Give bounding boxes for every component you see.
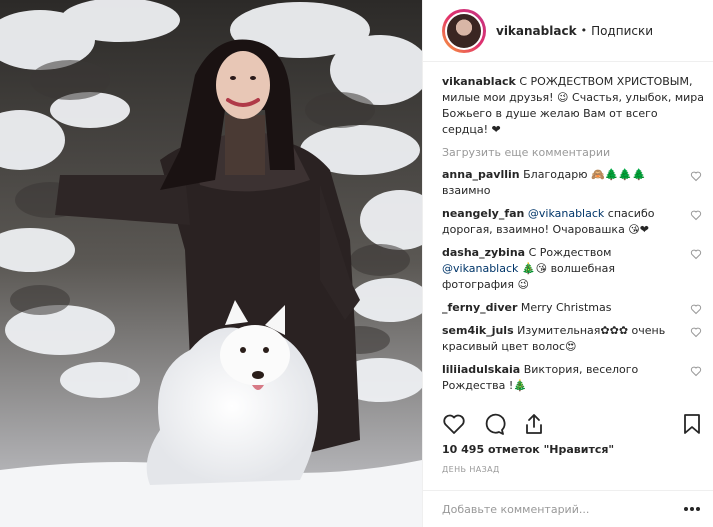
post-header: vikanablack • Подписки <box>423 0 713 62</box>
heart-icon[interactable] <box>442 412 466 436</box>
more-dots-icon[interactable] <box>684 506 700 512</box>
post-actions-bar <box>442 410 704 438</box>
avatar-image <box>445 11 483 50</box>
comment-heart-icon[interactable] <box>690 248 702 260</box>
comment-item: liliiadulskaia Виктория, веселого Рождес… <box>442 362 706 394</box>
comment-heart-icon[interactable] <box>690 326 702 338</box>
comment-mention[interactable]: @vikanablack <box>442 262 518 275</box>
bookmark-icon[interactable] <box>680 412 704 436</box>
comment-username[interactable]: dasha_zybina <box>442 246 525 259</box>
likes-count[interactable]: 10 495 отметок "Нравится" <box>442 443 614 456</box>
comment-item: _ferny_diver Merry Christmas <box>442 300 706 316</box>
comment-input[interactable] <box>442 502 684 516</box>
post-caption: vikanablack С РОЖДЕСТВОМ ХРИСТОВЫМ, милы… <box>442 74 706 138</box>
likes-number: 10 495 <box>442 443 485 456</box>
dot <box>696 507 700 511</box>
comment-username[interactable]: liliiadulskaia <box>442 363 520 376</box>
comment-item: sem4ik_juls Изумительная✿✿✿ очень красив… <box>442 323 706 355</box>
comment-item: dasha_zybina С Рождеством @vikanablack 🎄… <box>442 245 706 293</box>
load-more-comments-link[interactable]: Загрузить еще комментарии <box>442 145 706 160</box>
likes-label: отметок "Нравится" <box>487 443 615 456</box>
comment-text: Merry Christmas <box>520 301 612 314</box>
comment-username[interactable]: neangely_fan <box>442 207 524 220</box>
header-separator: • <box>580 24 588 37</box>
following-button[interactable]: Подписки <box>591 24 653 38</box>
caption-username[interactable]: vikanablack <box>442 75 516 88</box>
comment-mention[interactable]: @vikanablack <box>528 207 604 220</box>
post-side-panel: vikanablack • Подписки vikanablack С РОЖ… <box>422 0 713 527</box>
photo-illustration <box>0 0 422 527</box>
comment-text: С Рождеством <box>528 246 612 259</box>
comment-heart-icon[interactable] <box>690 303 702 315</box>
post-date: ДЕНЬ НАЗАД <box>442 465 500 474</box>
comment-heart-icon[interactable] <box>690 209 702 221</box>
avatar[interactable] <box>442 8 486 53</box>
comment-icon[interactable] <box>482 412 506 436</box>
comment-item: neangely_fan @vikanablack спасибо дорога… <box>442 206 706 238</box>
dot <box>690 507 694 511</box>
comment-heart-icon[interactable] <box>690 365 702 377</box>
add-comment-bar <box>423 490 713 527</box>
comment-heart-icon[interactable] <box>690 170 702 182</box>
post-photo[interactable] <box>0 0 422 527</box>
comments-list: vikanablack С РОЖДЕСТВОМ ХРИСТОВЫМ, милы… <box>442 74 706 404</box>
comment-username[interactable]: _ferny_diver <box>442 301 517 314</box>
header-username[interactable]: vikanablack <box>496 24 577 38</box>
share-icon[interactable] <box>522 412 546 436</box>
dot <box>684 507 688 511</box>
comment-item: anna_pavllin Благодарю 🙈🌲🌲🌲 взаимно <box>442 167 706 199</box>
comment-username[interactable]: sem4ik_juls <box>442 324 514 337</box>
comment-username[interactable]: anna_pavllin <box>442 168 520 181</box>
